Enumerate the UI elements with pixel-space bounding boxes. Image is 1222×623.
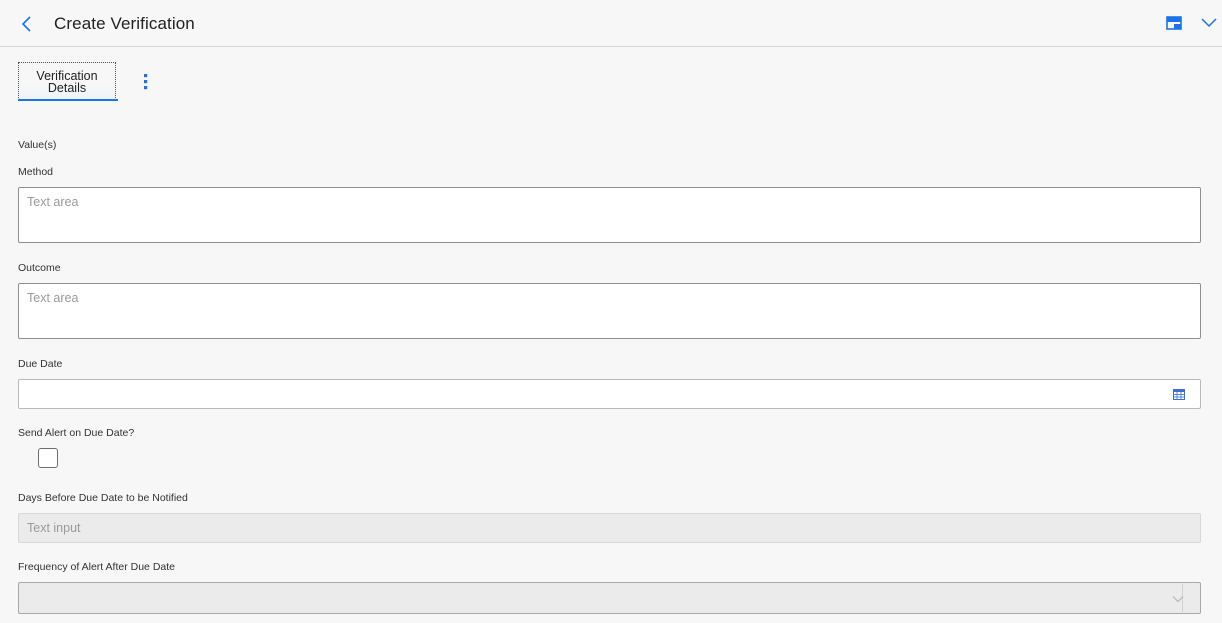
frequency-select[interactable] (18, 582, 1201, 614)
due-date-field (18, 379, 1201, 409)
more-vertical-icon (144, 74, 148, 90)
outcome-textarea[interactable] (18, 283, 1201, 339)
method-textarea[interactable] (18, 187, 1201, 243)
tab-verification-details[interactable]: Verification Details (18, 62, 116, 100)
calendar-icon[interactable] (1173, 388, 1185, 400)
days-before-label: Days Before Due Date to be Notified (18, 492, 188, 504)
tab-label-line2: Details (47, 81, 87, 95)
back-button[interactable] (18, 14, 36, 34)
send-alert-label: Send Alert on Due Date? (18, 427, 135, 439)
method-label: Method (18, 166, 54, 178)
active-tab-indicator (18, 99, 118, 101)
collapse-button[interactable] (1200, 16, 1218, 30)
due-date-input[interactable] (19, 380, 1165, 406)
panel-toggle-button[interactable] (1166, 16, 1182, 30)
chevron-down-icon (1172, 596, 1184, 603)
panel-icon (1166, 16, 1182, 30)
days-before-input[interactable] (18, 513, 1201, 543)
frequency-label: Frequency of Alert After Due Date (18, 561, 175, 573)
section-label-values: Value(s) (18, 139, 57, 151)
send-alert-checkbox[interactable] (38, 448, 58, 468)
header-bar: Create Verification (0, 0, 1222, 47)
page-title: Create Verification (54, 14, 195, 33)
due-date-label: Due Date (18, 358, 63, 370)
chevron-down-icon (1201, 18, 1217, 28)
outcome-label: Outcome (18, 262, 61, 274)
more-options-button[interactable] (140, 73, 152, 91)
chevron-left-icon (21, 16, 31, 32)
